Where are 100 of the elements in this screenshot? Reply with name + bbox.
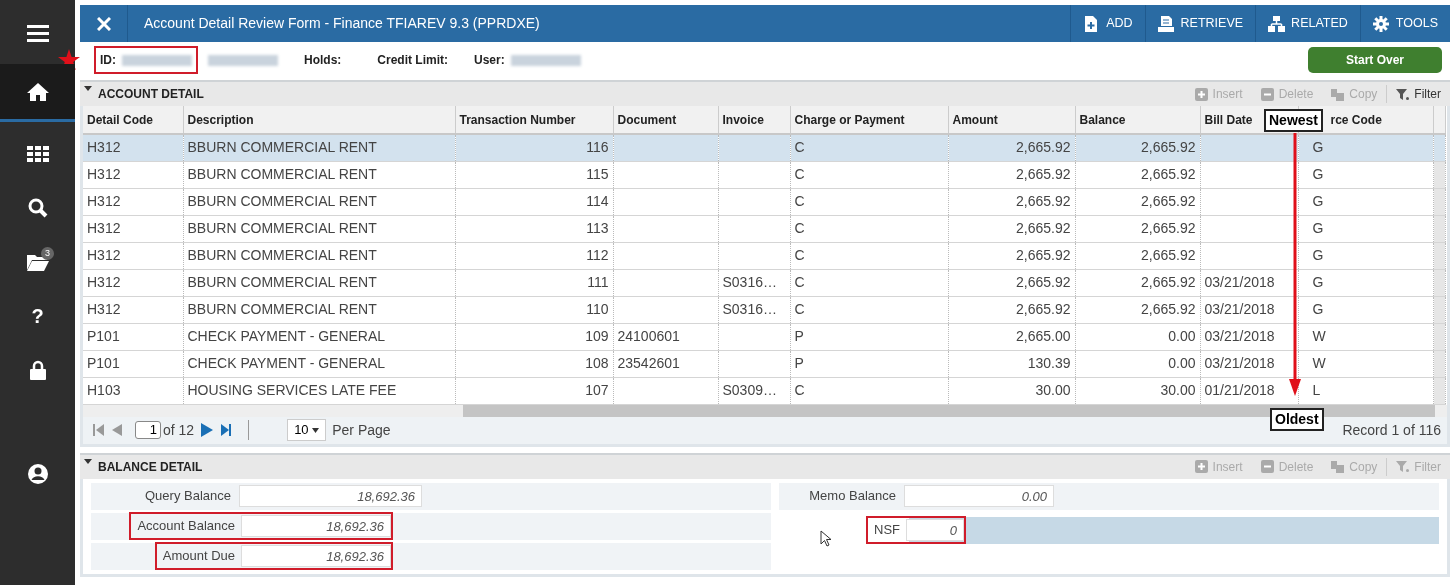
last-page-icon (220, 423, 233, 437)
page-input[interactable]: 1 (135, 421, 161, 439)
table-cell: H312 (87, 274, 121, 290)
minus-icon (1260, 87, 1275, 101)
table-cell: 2,665.92 (1141, 274, 1196, 290)
column-header[interactable]: Amount (952, 112, 998, 127)
toolbar-button[interactable]: TOOLS (1359, 5, 1450, 42)
table-row[interactable]: P101 CHECK PAYMENT - GENERAL 109 24100601 P 2,665.00 0.00 03/21/2018 W (83, 323, 1445, 350)
table-cell: G (1312, 220, 1324, 236)
table-cell: S0316… (722, 274, 777, 290)
table-cell: 2,665.92 (1016, 220, 1071, 236)
toolbar-button[interactable]: RETRIEVE (1144, 5, 1256, 42)
record-count: Record 1 of 116 (1342, 420, 1441, 440)
table-cell: CHECK PAYMENT - GENERAL (187, 355, 386, 371)
table-cell: H312 (87, 193, 121, 209)
value-field[interactable]: 18,692.36 (241, 515, 391, 537)
table-cell: 2,665.92 (1141, 301, 1196, 317)
table-cell: W (1312, 328, 1326, 344)
document-icon (1157, 15, 1175, 32)
table-cell: 30.00 (1160, 382, 1196, 398)
table-cell: C (794, 193, 805, 209)
table-cell: C (794, 139, 805, 156)
table-cell: 0.00 (1168, 328, 1196, 344)
table-cell: H312 (87, 247, 121, 263)
sidebar-button[interactable]: ? (0, 293, 75, 338)
table-cell: C (794, 274, 805, 290)
value-field[interactable]: 0.00 (904, 485, 1054, 507)
table-row[interactable]: H312 BBURN COMMERCIAL RENT 111 S0316… C 2,665.92 2,665.92 03/21/2018 G (83, 269, 1445, 296)
mouse-pointer-icon (820, 530, 832, 547)
table-cell: 2,665.92 (1016, 301, 1071, 317)
column-header[interactable]: Description (187, 112, 254, 127)
search-icon (27, 197, 48, 218)
table-cell: 2,665.92 (1141, 139, 1196, 156)
annotation-label: Oldest (1270, 408, 1324, 431)
table-row[interactable]: P101 CHECK PAYMENT - GENERAL 108 23542601 P 130.39 0.00 03/21/2018 W (83, 350, 1445, 377)
field-label: NSF (873, 521, 901, 540)
table-cell: 2,665.92 (1016, 166, 1071, 182)
table-cell: 03/21/2018 (1204, 274, 1275, 290)
table-cell: W (1312, 355, 1326, 371)
table-cell: 110 (586, 301, 609, 317)
copy-icon (1331, 87, 1346, 101)
table-row[interactable]: H312 BBURN COMMERCIAL RENT 110 S0316… C 2,665.92 2,665.92 03/21/2018 G (83, 296, 1445, 323)
menu-icon (26, 23, 49, 42)
table-cell: 130.39 (1027, 355, 1071, 371)
table-cell: C (794, 301, 805, 317)
plus-icon (1194, 87, 1209, 101)
plus-icon (1194, 460, 1209, 473)
page-count: of 12 (163, 420, 195, 440)
table-cell: G (1312, 139, 1324, 156)
table-cell: CHECK PAYMENT - GENERAL (187, 328, 386, 344)
gear-icon (1372, 15, 1390, 32)
table-row[interactable]: H103 HOUSING SERVICES LATE FEE 107 S0309… C 30.00 30.00 01/21/2018 L (83, 377, 1445, 404)
field-label: Amount Due (161, 547, 236, 566)
table-cell: H312 (87, 139, 121, 156)
table-cell: 116 (586, 139, 609, 156)
table-cell: 2,665.92 (1016, 247, 1071, 263)
table-cell: 109 (585, 328, 609, 344)
star-icon (58, 49, 80, 71)
hierarchy-icon (1268, 15, 1286, 32)
next-page-icon (200, 423, 215, 437)
toolbar-button[interactable]: ADD (1070, 5, 1145, 42)
count-badge: 3 (41, 247, 54, 260)
toolbar-button[interactable]: Filter (1386, 85, 1450, 103)
table-cell: 03/21/2018 (1204, 355, 1275, 371)
table-cell: 03/21/2018 (1204, 328, 1275, 344)
per-page-select[interactable]: 10 (287, 419, 327, 441)
table-cell: S0309… (722, 382, 777, 398)
first-page-icon (93, 423, 105, 437)
value-field[interactable]: 18,692.36 (241, 545, 391, 567)
field-label: Account Balance (136, 517, 236, 536)
table-cell: 24100601 (617, 328, 680, 344)
minus-icon (1260, 460, 1275, 473)
filter-icon (1396, 460, 1411, 473)
table-cell: HOUSING SERVICES LATE FEE (187, 382, 397, 398)
caret-icon (312, 428, 320, 434)
start-over-button[interactable]: Start Over (1307, 47, 1442, 73)
table-row[interactable]: H312 BBURN COMMERCIAL RENT 115 C 2,665.92 2,665.92 G (83, 161, 1445, 188)
table-row[interactable]: H312 BBURN COMMERCIAL RENT 114 C 2,665.92 2,665.92 G (83, 188, 1445, 215)
per-page-label: Per Page (332, 420, 391, 440)
table-cell: 2,665.92 (1016, 139, 1071, 156)
table-row[interactable]: H312 BBURN COMMERCIAL RENT 116 C 2,665.92 2,665.92 G (83, 134, 1445, 161)
table-cell: H312 (87, 166, 121, 182)
table-row[interactable]: H312 BBURN COMMERCIAL RENT 112 C 2,665.92 2,665.92 G (83, 242, 1445, 269)
sidebar-button[interactable]: 3 (0, 239, 75, 284)
close-icon (96, 16, 111, 31)
field-label: Memo Balance (808, 487, 897, 506)
table-cell: G (1312, 274, 1324, 290)
value-field[interactable]: 18,692.36 (239, 485, 422, 507)
value-field[interactable]: 0 (906, 519, 964, 541)
sidebar-button[interactable] (0, 64, 75, 122)
table-cell: 2,665.92 (1141, 166, 1196, 182)
filter-icon (1396, 87, 1411, 101)
table-row[interactable]: H312 BBURN COMMERCIAL RENT 113 C 2,665.92 2,665.92 G (83, 215, 1445, 242)
table-cell: G (1312, 301, 1324, 317)
table-cell: 23542601 (617, 355, 680, 371)
table-cell: G (1312, 193, 1324, 209)
table-cell: S0316… (722, 301, 777, 317)
table-cell: 03/21/2018 (1204, 301, 1275, 317)
toolbar-button[interactable]: RELATED (1255, 5, 1360, 42)
table-cell: C (794, 220, 805, 236)
